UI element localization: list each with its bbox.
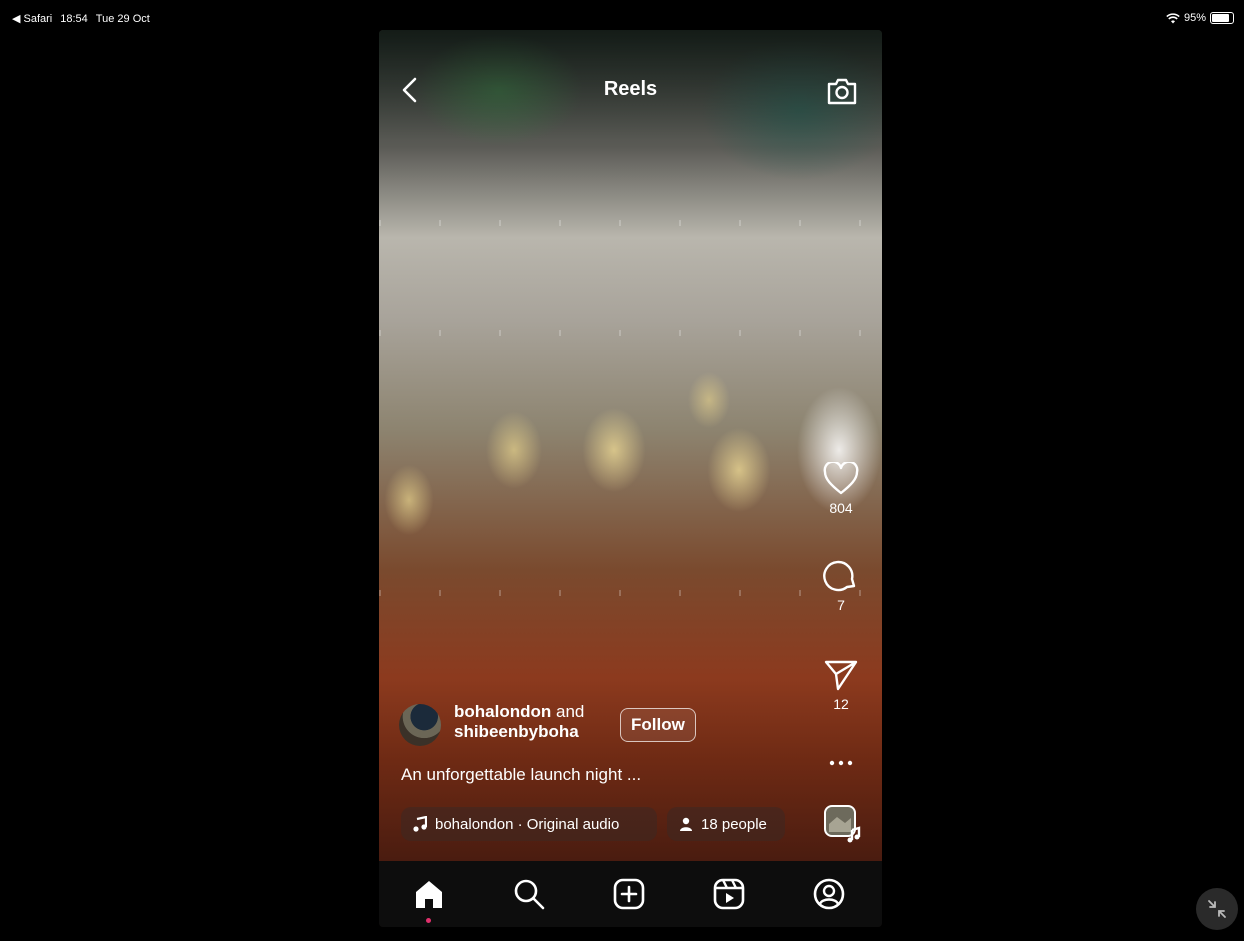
status-bar: ◀ Safari 18:54 Tue 29 Oct 95% — [0, 0, 1244, 26]
wifi-icon — [1166, 12, 1180, 23]
comment-action[interactable]: 7 — [819, 557, 863, 613]
reels-viewer: Reels 804 7 12 bohalondon and shibeenbyb… — [379, 30, 882, 927]
post-caption[interactable]: An unforgettable launch night ... — [401, 765, 641, 785]
exit-fullscreen-button[interactable] — [1196, 888, 1238, 930]
follow-button[interactable]: Follow — [620, 708, 696, 742]
comment-icon[interactable] — [823, 557, 859, 593]
battery-fill — [1212, 14, 1230, 22]
person-icon — [680, 817, 692, 831]
battery-icon — [1210, 12, 1234, 24]
tagged-people-label: 18 people — [701, 815, 767, 833]
camera-icon[interactable] — [825, 75, 859, 107]
author-shibeenbyboha[interactable]: shibeenbyboha — [454, 722, 579, 741]
audio-pill[interactable]: bohalondon · Original audio — [401, 807, 657, 841]
more-options-icon[interactable] — [827, 758, 855, 768]
tab-bar — [379, 861, 882, 927]
send-icon[interactable] — [823, 658, 859, 692]
tagged-people-pill[interactable]: 18 people — [667, 807, 785, 841]
tab-create-icon[interactable] — [612, 877, 646, 911]
video-texture — [379, 590, 882, 596]
post-author-row: bohalondon and shibeenbyboha Follow — [399, 702, 819, 752]
back-to-app[interactable]: ◀ Safari — [12, 12, 52, 25]
like-count: 804 — [829, 500, 853, 516]
video-texture — [379, 330, 882, 336]
collapse-arrows-icon — [1208, 900, 1226, 918]
tab-search-icon[interactable] — [512, 877, 546, 911]
music-note-icon — [413, 816, 427, 832]
like-action[interactable]: 804 — [819, 462, 863, 516]
reels-header: Reels — [379, 30, 882, 140]
author-names: bohalondon and shibeenbyboha — [454, 702, 584, 742]
audio-thumbnail-icon[interactable] — [823, 804, 863, 844]
audio-label: bohalondon · Original audio — [435, 815, 620, 833]
status-left: ◀ Safari 18:54 Tue 29 Oct — [12, 12, 150, 26]
share-count: 12 — [833, 696, 849, 712]
status-right: 95% — [1166, 12, 1234, 24]
author-bohalondon[interactable]: bohalondon — [454, 702, 551, 721]
status-date: Tue 29 Oct — [95, 12, 150, 25]
author-joiner: and — [551, 702, 585, 721]
status-time: 18:54 — [60, 12, 88, 25]
page-title: Reels — [603, 78, 658, 100]
share-action[interactable]: 12 — [819, 658, 863, 712]
video-texture — [379, 220, 882, 226]
tab-profile-icon[interactable] — [812, 877, 846, 911]
active-tab-indicator — [426, 918, 431, 923]
comment-count: 7 — [837, 597, 845, 613]
heart-icon[interactable] — [823, 462, 859, 496]
battery-percent: 95% — [1183, 12, 1206, 24]
tab-home-icon[interactable] — [412, 877, 446, 911]
avatar[interactable] — [399, 704, 441, 746]
tab-reels-icon[interactable] — [712, 877, 746, 911]
